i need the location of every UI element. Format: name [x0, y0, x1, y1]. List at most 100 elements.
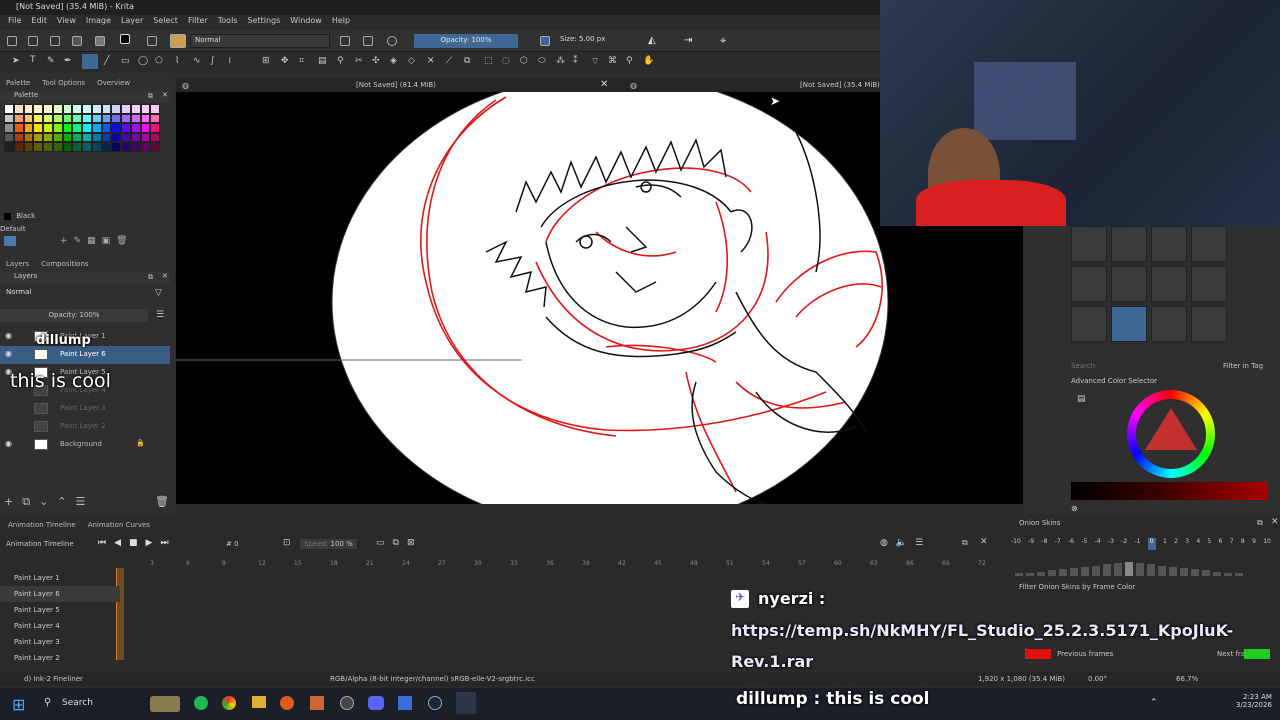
palette-swatch[interactable] — [13, 104, 24, 114]
onion-opacity-bar[interactable] — [1191, 569, 1199, 576]
eraser-icon[interactable] — [340, 36, 350, 46]
tab-layers[interactable]: Layers — [6, 260, 29, 268]
tab-palette[interactable]: Palette — [6, 79, 30, 87]
opacity-slider[interactable]: Opacity: 100% — [414, 34, 518, 48]
tab-overview[interactable]: Overview — [97, 79, 130, 87]
palette-swatch[interactable] — [62, 142, 73, 152]
select-shapes-tool-icon[interactable]: ➤ — [12, 56, 20, 66]
palette-swatch[interactable] — [13, 123, 24, 133]
layer-row[interactable]: Paint Layer 2 — [0, 418, 170, 436]
file-explorer-icon[interactable] — [252, 696, 266, 708]
onion-opacity-bar[interactable] — [1202, 570, 1210, 576]
zoom-tool-icon[interactable]: ⚲ — [626, 56, 633, 66]
onion-frame-number[interactable]: 0 — [1147, 538, 1156, 550]
palette-swatch[interactable] — [43, 132, 53, 143]
onion-opacity-bars[interactable] — [1015, 560, 1265, 576]
palette-swatch[interactable] — [23, 123, 34, 133]
timeline-layer[interactable]: Paint Layer 2 — [0, 650, 120, 662]
palette-swatch[interactable] — [150, 113, 160, 124]
similar-select-tool-icon[interactable]: ⁑ — [573, 56, 578, 66]
palette-swatch[interactable] — [72, 104, 82, 114]
onion-frame-number[interactable]: -4 — [1095, 538, 1101, 550]
wrap-around-icon[interactable]: ⌖ — [720, 34, 726, 48]
palette-swatch[interactable] — [52, 104, 63, 114]
brush-preset[interactable] — [1191, 266, 1227, 302]
reload-preset-icon[interactable] — [387, 36, 397, 46]
add-swatch-icon[interactable]: + — [60, 236, 74, 246]
fill-tool-icon[interactable]: ◈ — [390, 56, 397, 66]
reference-tool-icon[interactable]: ⧉ — [464, 56, 470, 66]
palette-swatch[interactable] — [140, 142, 151, 152]
close-layers-icon[interactable]: ✕ — [162, 272, 168, 280]
palette-swatch[interactable] — [82, 132, 92, 143]
start-icon[interactable]: ⊞ — [12, 695, 25, 714]
tab-compositions[interactable]: Compositions — [41, 260, 88, 268]
brush-presets-icon[interactable] — [147, 36, 157, 46]
palette-swatch[interactable] — [91, 123, 102, 133]
palette-swatch[interactable] — [150, 132, 160, 143]
color-picker-tool-icon[interactable]: ⚲ — [337, 56, 344, 66]
brush-preset-selected[interactable] — [1111, 306, 1147, 342]
layer-blend-select[interactable]: Normal — [2, 287, 148, 301]
onion-frame-number[interactable]: 9 — [1252, 538, 1256, 550]
brush-search[interactable]: Search — [1071, 362, 1095, 370]
color-history-strip[interactable] — [1071, 482, 1268, 500]
palette-swatch[interactable] — [62, 132, 73, 143]
onion-opacity-bar[interactable] — [1169, 566, 1177, 576]
onion-opacity-bar[interactable] — [1048, 570, 1056, 576]
chat-link-line-1[interactable]: https://temp.sh/NkMHY/FL_Studio_25.2.3.5… — [731, 621, 1273, 640]
pattern-icon[interactable] — [95, 36, 105, 46]
menu-filter[interactable]: Filter — [188, 16, 208, 30]
palette-swatch[interactable] — [130, 132, 141, 143]
menu-help[interactable]: Help — [332, 16, 350, 30]
palette-swatch[interactable] — [121, 113, 131, 124]
palette-swatch-grid[interactable] — [4, 104, 160, 152]
palette-swatch[interactable] — [101, 132, 112, 143]
menu-layer[interactable]: Layer — [121, 16, 143, 30]
palette-swatch[interactable] — [130, 104, 141, 114]
gradient-tool-icon[interactable]: ▤ — [318, 56, 327, 66]
transform-tool-icon[interactable]: ⊞ — [262, 56, 270, 66]
palette-swatch[interactable] — [72, 142, 82, 152]
palette-swatch[interactable] — [62, 123, 73, 133]
onion-frame-number[interactable]: -3 — [1108, 538, 1114, 550]
palette-swatch[interactable] — [101, 104, 112, 114]
palette-swatch[interactable] — [72, 123, 82, 133]
layer-properties-icon[interactable]: ☰ — [76, 495, 95, 508]
onion-opacity-bar[interactable] — [1081, 566, 1089, 576]
brush-preset[interactable] — [1071, 306, 1107, 342]
onion-opacity-bar[interactable] — [1136, 563, 1144, 576]
visibility-icon[interactable]: ◉ — [5, 349, 12, 358]
palette-swatch[interactable] — [43, 123, 53, 133]
onion-frame-number[interactable]: -8 — [1041, 538, 1047, 550]
freehand-path-tool-icon[interactable]: ∫ — [210, 56, 215, 66]
edit-swatches-icon[interactable]: ▦ — [87, 236, 102, 246]
calligraphy-tool-icon[interactable]: ✒ — [64, 56, 72, 66]
palette-swatch[interactable] — [82, 123, 92, 133]
next-frames-color[interactable] — [1244, 649, 1270, 659]
brush-preset[interactable] — [1151, 266, 1187, 302]
onion-frame-number[interactable]: -6 — [1068, 538, 1074, 550]
layer-row[interactable]: Paint Layer 3 — [0, 400, 170, 418]
delete-swatch-icon[interactable]: 🗑 — [116, 236, 133, 246]
move-tool-icon[interactable]: ✥ — [281, 56, 289, 66]
current-brush-icon[interactable] — [170, 34, 186, 48]
filter-in-tag-label[interactable]: Filter in Tag — [1223, 362, 1263, 370]
brush-preset[interactable] — [1191, 306, 1227, 342]
timeline-layer[interactable]: Paint Layer 5 — [0, 602, 120, 618]
palette-swatch[interactable] — [91, 142, 102, 152]
ellipse-select-tool-icon[interactable]: ◌ — [502, 56, 510, 66]
line-tool-icon[interactable]: ╱ — [104, 56, 109, 66]
onion-frame-number[interactable]: -9 — [1028, 538, 1034, 550]
palette-swatch[interactable] — [111, 142, 121, 152]
layer-filter-icon[interactable]: ▽ — [155, 288, 162, 298]
freehand-brush-tool-icon[interactable] — [82, 54, 98, 69]
onion-opacity-bar[interactable] — [1070, 568, 1078, 576]
brush-preset[interactable] — [1071, 226, 1107, 262]
palette-swatch[interactable] — [4, 104, 14, 114]
chat-link-line-2[interactable]: Rev.1.rar — [731, 652, 813, 671]
krita-taskbar-icon[interactable] — [456, 692, 476, 714]
onion-frame-number[interactable]: 6 — [1219, 538, 1223, 550]
palette-swatch[interactable] — [111, 132, 121, 143]
contiguous-select-tool-icon[interactable]: ⁂ — [556, 56, 565, 66]
